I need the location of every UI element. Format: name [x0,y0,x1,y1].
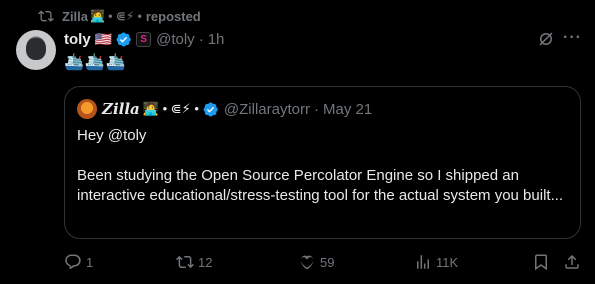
tweet-text: 🛳️🛳️🛳️ [64,54,127,71]
repost-count: 12 [198,254,213,270]
tweet-time[interactable]: 1h [208,31,225,48]
quoted-author-handle: @Zillaraytorr [223,100,310,118]
affiliate-badge-icon[interactable]: S [136,31,152,47]
quoted-author-avatar [77,99,97,119]
reposter-badges: 🧑‍💻 • ⋐⚡ • [90,9,142,23]
tweet-actions: 1 12 59 11K [64,252,581,272]
more-options-icon[interactable]: ··· [563,29,581,47]
share-button[interactable] [563,252,585,272]
separator-dot: · [198,30,204,48]
author-name[interactable]: toly [64,31,91,48]
heart-icon [300,255,314,270]
author-handle[interactable]: @toly [156,31,195,48]
share-icon [565,254,579,269]
tweet-header: toly 🇺🇸 S @toly · 1h [64,29,224,49]
quoted-tweet-card[interactable]: Zilla 🧑‍💻 • ⋐⚡ • @Zillaraytorr · May 21 … [64,86,581,239]
quoted-tweet-date: May 21 [323,100,373,118]
grok-icon[interactable] [537,30,555,48]
quoted-tweet-header: Zilla 🧑‍💻 • ⋐⚡ • @Zillaraytorr · May 21 [77,99,372,119]
reply-icon [65,254,81,270]
separator-dot: · [314,100,319,118]
author-avatar[interactable] [16,30,56,70]
bookmark-icon [535,254,547,271]
like-count: 59 [320,254,335,270]
like-button[interactable]: 59 [298,252,334,272]
repost-indicator[interactable]: Zilla 🧑‍💻 • ⋐⚡ • reposted [38,7,201,25]
verified-badge-icon [203,102,218,116]
quoted-text-line: Hey @toly [77,127,147,144]
views-button[interactable]: 11K [414,252,458,272]
quoted-text-line: Been studying the Open Source Percolator… [77,167,564,204]
reposter-name[interactable]: Zilla [62,9,88,24]
flag-icon: 🇺🇸 [94,30,113,47]
view-count: 11K [436,254,459,270]
repost-icon [38,10,54,22]
reply-button[interactable]: 1 [64,252,93,272]
quoted-author-name: Zilla [102,100,140,118]
verified-badge-icon[interactable] [115,31,132,48]
repost-button[interactable]: 12 [176,252,212,272]
repost-label: reposted [145,8,201,24]
analytics-icon [417,255,429,269]
bookmark-button[interactable] [532,252,554,272]
quoted-tweet-text: Hey @toly Been studying the Open Source … [77,126,572,206]
repost-icon [176,255,194,269]
reply-count: 1 [86,254,94,270]
quoted-author-badges: 🧑‍💻 • ⋐⚡ • [142,101,199,116]
